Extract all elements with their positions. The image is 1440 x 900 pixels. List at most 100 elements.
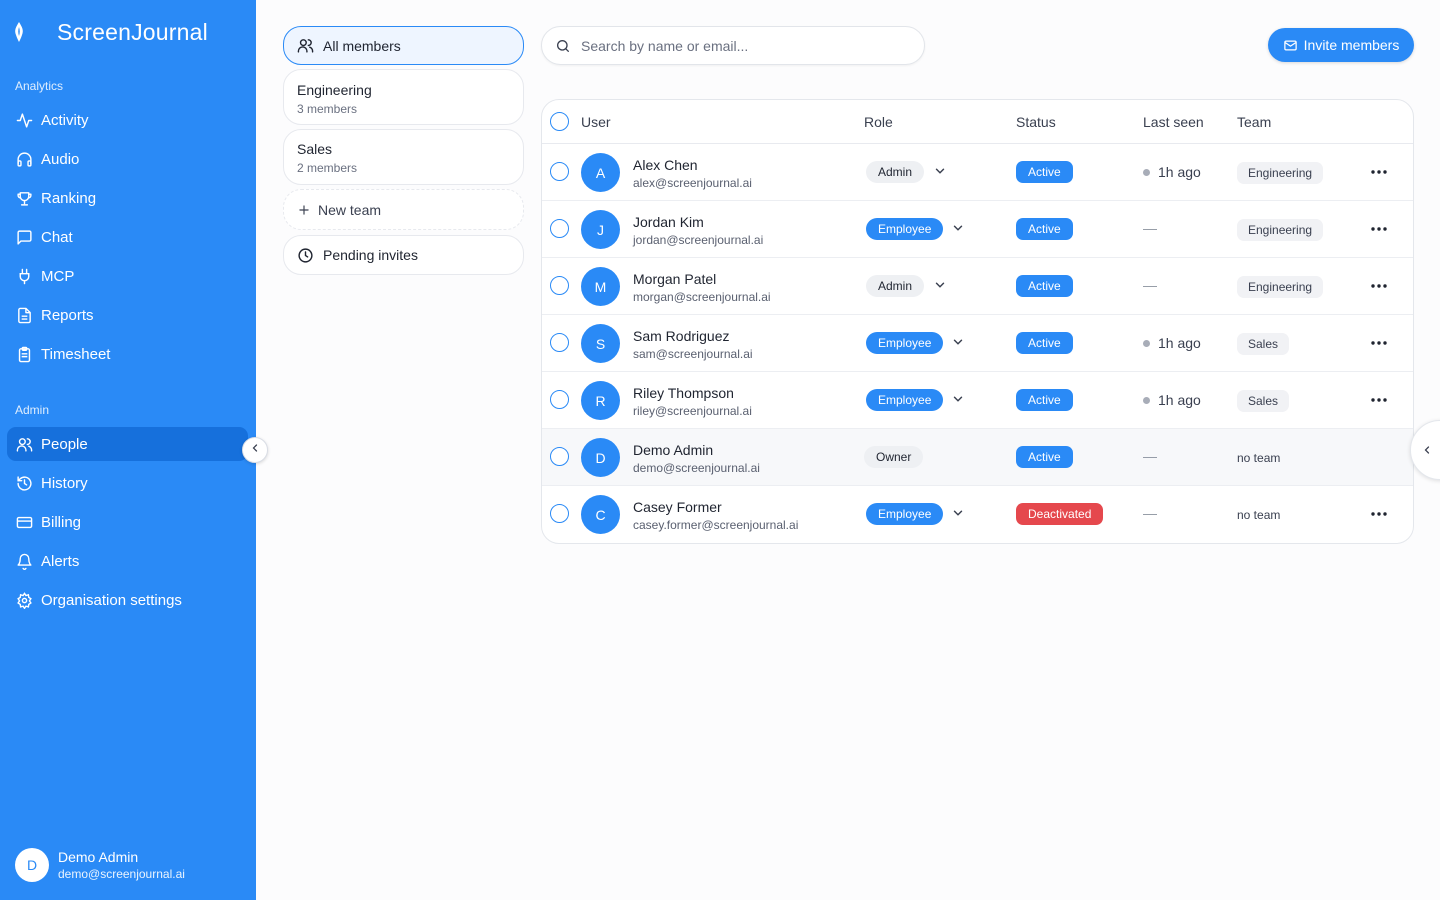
member-email: morgan@screenjournal.ai xyxy=(633,290,771,304)
sidebar-item-timesheet[interactable]: Timesheet xyxy=(7,337,248,371)
search-box[interactable] xyxy=(541,26,925,65)
avatar: C xyxy=(581,495,620,534)
more-options-icon[interactable] xyxy=(1367,220,1391,238)
avatar: S xyxy=(581,324,620,363)
plus-icon xyxy=(297,203,311,217)
role-badge[interactable]: Employee xyxy=(866,218,944,240)
sidebar-item-history[interactable]: History xyxy=(7,466,248,500)
new-team-label: New team xyxy=(318,201,382,218)
role-badge[interactable]: Employee xyxy=(866,503,944,525)
team-badge: Engineering xyxy=(1237,276,1324,298)
pending-invites-label: Pending invites xyxy=(323,247,418,263)
sidebar-item-reports[interactable]: Reports xyxy=(7,298,248,332)
sidebar-item-label: Ranking xyxy=(41,189,97,207)
member-name: Jordan Kim xyxy=(633,214,704,230)
row-checkbox[interactable] xyxy=(550,504,569,523)
brand[interactable]: ScreenJournal xyxy=(10,16,208,48)
invite-members-label: Invite members xyxy=(1303,37,1400,53)
chevron-down-icon[interactable] xyxy=(951,335,965,349)
row-checkbox[interactable] xyxy=(550,162,569,181)
search-icon xyxy=(555,38,571,54)
sidebar-item-mcp[interactable]: MCP xyxy=(7,259,248,293)
history-icon xyxy=(15,474,33,492)
column-header-last-seen[interactable]: Last seen xyxy=(1143,114,1204,130)
sidebar-item-label: Billing xyxy=(41,513,82,531)
chevron-down-icon[interactable] xyxy=(951,392,965,406)
logo-icon xyxy=(10,20,28,44)
row-checkbox[interactable] xyxy=(550,390,569,409)
sidebar-item-label: Chat xyxy=(41,228,73,246)
open-right-panel-button[interactable] xyxy=(1410,420,1440,480)
member-name: Casey Former xyxy=(633,499,722,515)
chevron-down-icon[interactable] xyxy=(951,221,965,235)
select-all-checkbox[interactable] xyxy=(550,112,569,131)
chevron-down-icon[interactable] xyxy=(933,164,947,178)
team-sales[interactable]: Sales 2 members xyxy=(283,129,524,185)
credit-card-icon xyxy=(15,513,33,531)
sidebar-item-audio[interactable]: Audio xyxy=(7,142,248,176)
sidebar-item-billing[interactable]: Billing xyxy=(7,505,248,539)
sidebar-item-organisation-settings[interactable]: Organisation settings xyxy=(7,583,248,617)
team-name: Engineering xyxy=(297,82,372,98)
column-header-status[interactable]: Status xyxy=(1016,114,1056,130)
table-row[interactable]: M Morgan Patel morgan@screenjournal.ai A… xyxy=(542,258,1413,315)
more-options-icon[interactable] xyxy=(1367,505,1391,523)
row-checkbox[interactable] xyxy=(550,333,569,352)
team-engineering[interactable]: Engineering 3 members xyxy=(283,69,524,125)
member-email: casey.former@screenjournal.ai xyxy=(633,518,799,532)
role-badge[interactable]: Employee xyxy=(866,332,944,354)
column-header-user[interactable]: User xyxy=(581,114,611,130)
role-badge[interactable]: Employee xyxy=(866,389,944,411)
member-name: Riley Thompson xyxy=(633,385,734,401)
more-options-icon[interactable] xyxy=(1367,334,1391,352)
member-name: Sam Rodriguez xyxy=(633,328,730,344)
table-row[interactable]: S Sam Rodriguez sam@screenjournal.ai Emp… xyxy=(542,315,1413,372)
avatar: R xyxy=(581,381,620,420)
row-checkbox[interactable] xyxy=(550,219,569,238)
chevron-down-icon[interactable] xyxy=(933,278,947,292)
chevron-left-icon xyxy=(249,441,261,459)
row-checkbox[interactable] xyxy=(550,276,569,295)
last-seen: 1h ago xyxy=(1143,392,1201,408)
team-member-count: 2 members xyxy=(297,161,358,175)
new-team-button[interactable]: New team xyxy=(283,189,524,230)
team-badge: Engineering xyxy=(1237,162,1324,184)
sidebar-item-chat[interactable]: Chat xyxy=(7,220,248,254)
analytics-section-label: Analytics xyxy=(15,79,64,93)
member-name: Demo Admin xyxy=(633,442,714,458)
avatar: A xyxy=(581,153,620,192)
search-input[interactable] xyxy=(581,37,901,54)
table-row[interactable]: D Demo Admin demo@screenjournal.ai Owner… xyxy=(542,429,1413,486)
status-badge: Active xyxy=(1016,161,1073,183)
bell-icon xyxy=(15,552,33,570)
sidebar-item-label: Activity xyxy=(41,111,89,129)
more-options-icon[interactable] xyxy=(1367,391,1391,409)
role-badge[interactable]: Admin xyxy=(866,275,925,297)
invite-members-button[interactable]: Invite members xyxy=(1268,28,1414,62)
sidebar-item-activity[interactable]: Activity xyxy=(7,103,248,137)
table-row[interactable]: C Casey Former casey.former@screenjourna… xyxy=(542,486,1413,543)
column-header-team[interactable]: Team xyxy=(1237,114,1271,130)
current-user[interactable]: D Demo Admin demo@screenjournal.ai xyxy=(15,848,185,882)
last-seen-text: — xyxy=(1143,277,1157,293)
more-options-icon[interactable] xyxy=(1367,163,1391,181)
team-all-members[interactable]: All members xyxy=(283,26,524,65)
member-email: riley@screenjournal.ai xyxy=(633,404,752,418)
more-options-icon[interactable] xyxy=(1367,277,1391,295)
row-checkbox[interactable] xyxy=(550,447,569,466)
table-row[interactable]: J Jordan Kim jordan@screenjournal.ai Emp… xyxy=(542,201,1413,258)
status-badge: Active xyxy=(1016,389,1073,411)
table-row[interactable]: R Riley Thompson riley@screenjournal.ai … xyxy=(542,372,1413,429)
column-header-role[interactable]: Role xyxy=(864,114,893,130)
sidebar-item-alerts[interactable]: Alerts xyxy=(7,544,248,578)
trophy-icon xyxy=(15,189,33,207)
users-icon xyxy=(297,37,314,54)
sidebar-item-people[interactable]: People xyxy=(7,427,248,461)
sidebar-item-ranking[interactable]: Ranking xyxy=(7,181,248,215)
role-badge[interactable]: Admin xyxy=(866,161,925,183)
collapse-sidebar-button[interactable] xyxy=(242,437,268,463)
sidebar-item-label: Reports xyxy=(41,306,94,324)
pending-invites-button[interactable]: Pending invites xyxy=(283,235,524,275)
table-row[interactable]: A Alex Chen alex@screenjournal.ai Admin … xyxy=(542,144,1413,201)
chevron-down-icon[interactable] xyxy=(951,506,965,520)
